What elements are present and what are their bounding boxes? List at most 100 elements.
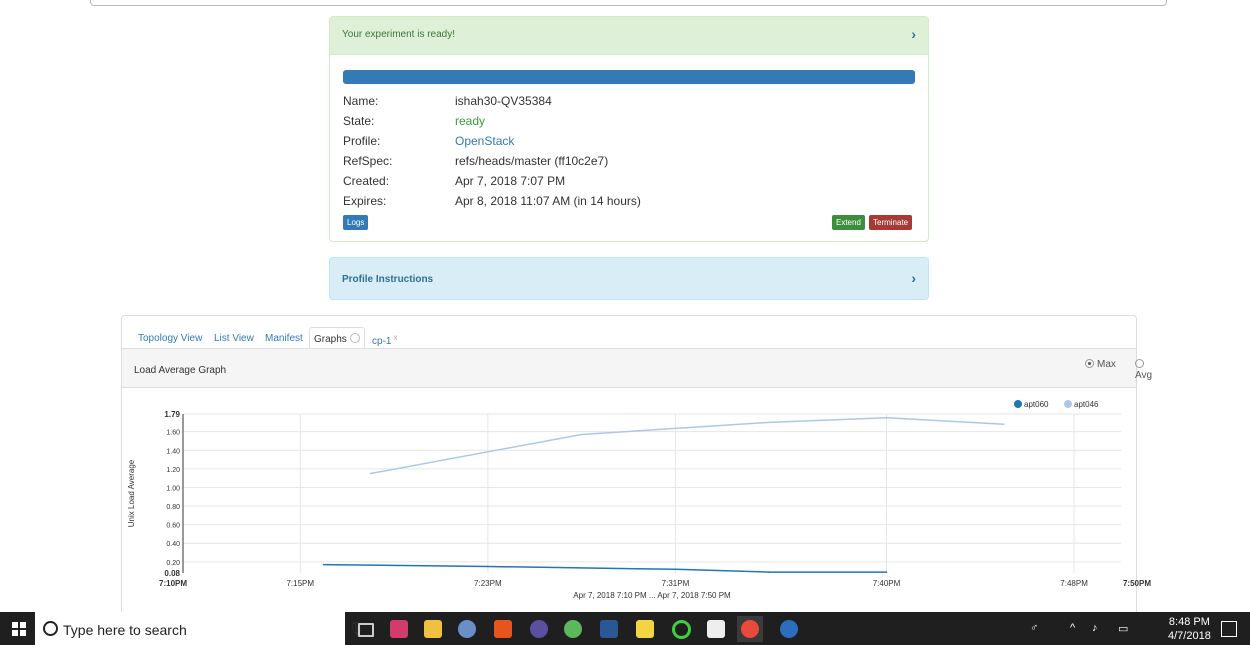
y-axis-label: Unix Load Average (127, 459, 136, 527)
tab-topology-view[interactable]: Topology View (138, 333, 202, 344)
legend-label-apt046: apt046 (1074, 400, 1099, 409)
x-tick-label: 7:31PM (662, 579, 690, 588)
legend-swatch-apt046 (1064, 400, 1072, 408)
file-explorer-icon[interactable] (424, 620, 442, 638)
word-icon[interactable] (600, 620, 618, 638)
x-tick-label: 7:50PM (1123, 579, 1151, 588)
taskbar-clock[interactable]: 8:48 PM 4/7/2018 (1168, 615, 1211, 643)
sticky-notes-icon[interactable] (707, 620, 725, 638)
people-icon[interactable]: ♂ (1030, 622, 1038, 634)
app-green-icon[interactable] (564, 620, 582, 638)
y-tick-label: 1.20 (166, 467, 180, 474)
info-row-profile: Profile: OpenStack (343, 131, 743, 151)
y-tick-label: 0.60 (166, 523, 180, 530)
info-label: RefSpec: (343, 154, 393, 168)
info-row-created: Created: Apr 7, 2018 7:07 PM (343, 171, 743, 191)
clock-time: 8:48 PM (1168, 616, 1210, 628)
close-tab-icon[interactable]: x (393, 333, 397, 342)
data-point-apt046 (768, 421, 771, 424)
radio-empty-icon (1135, 359, 1144, 368)
info-row-state: State: ready (343, 111, 743, 131)
taskbar-search-input[interactable]: Type here to search 🎙 (35, 612, 365, 645)
tab-cp-1-label: cp-1 (372, 336, 392, 347)
series-line-apt060 (323, 563, 887, 573)
browser-top-bar (0, 0, 1250, 6)
data-point-apt046 (885, 416, 888, 419)
status-title: Your experiment is ready! (342, 29, 456, 40)
info-value: ishah30-QV35384 (455, 94, 552, 108)
data-point-apt046 (1002, 423, 1005, 426)
max-radio[interactable]: Max (1085, 359, 1116, 370)
info-label: State: (343, 114, 375, 128)
graph-title: Load Average Graph (134, 365, 227, 376)
load-average-chart: 1.79 1.60 1.40 1.20 1.00 0.80 0.60 0.40 0.20 0.08… (127, 400, 1151, 600)
cortana-icon (43, 621, 58, 636)
tab-cp-1[interactable]: cp-1 x (372, 333, 397, 347)
chevron-right-icon[interactable]: › (911, 26, 916, 42)
paint-icon[interactable] (458, 620, 476, 638)
graph-panel-header: Load Average Graph Max Avg (122, 348, 1152, 388)
windows-taskbar: Type here to search 🎙 ♂ ^ ♪ ▭ 8:48 PM 4/… (0, 612, 1250, 645)
x-tick-label: 7:10PM (159, 579, 187, 588)
avg-label: Avg (1135, 370, 1153, 381)
extend-button[interactable]: Extend (832, 215, 865, 230)
y-tick-label: 0.40 (166, 541, 180, 548)
status-panel-header[interactable]: Your experiment is ready! › (330, 17, 928, 55)
y-tick-label: 0.20 (166, 560, 180, 567)
info-label: Created: (343, 174, 390, 188)
experiment-info-table: Name: ishah30-QV35384 State: ready Profi… (343, 91, 743, 211)
info-value: Apr 8, 2018 11:07 AM (in 14 hours) (455, 194, 641, 208)
terminate-button[interactable]: Terminate (869, 215, 913, 230)
y-tick-label: 1.79 (164, 410, 180, 419)
legend-label-apt060: apt060 (1024, 400, 1049, 409)
python-icon[interactable] (636, 620, 654, 638)
info-label: Expires: (343, 194, 387, 208)
x-tick-label: 7:23PM (474, 579, 502, 588)
refresh-spinner-icon (349, 333, 360, 343)
profile-link[interactable]: OpenStack (455, 134, 514, 148)
r-icon[interactable] (780, 620, 798, 638)
intellij-icon[interactable] (390, 620, 408, 638)
experiment-status-panel: Your experiment is ready! › Name: ishah3… (329, 16, 929, 242)
state-value: ready (455, 114, 486, 128)
avg-radio[interactable]: Avg (1135, 359, 1152, 381)
y-tick-label: 0.08 (164, 569, 180, 578)
info-row-name: Name: ishah30-QV35384 (343, 91, 743, 111)
instructions-title: Profile Instructions (342, 274, 434, 285)
y-tick-label: 1.40 (166, 448, 180, 455)
progress-fill (343, 70, 915, 84)
action-center-icon[interactable] (1221, 621, 1237, 637)
eclipse-icon[interactable] (530, 620, 548, 638)
office-icon[interactable] (494, 620, 512, 638)
volume-icon[interactable]: ♪ (1092, 622, 1098, 634)
series-line-apt046 (370, 416, 1004, 475)
clock-date: 4/7/2018 (1168, 630, 1211, 642)
chrome-icon (741, 620, 759, 638)
profile-instructions-panel[interactable]: Profile Instructions › (329, 257, 929, 300)
logs-button[interactable]: Logs (343, 215, 369, 230)
chevron-right-icon[interactable]: › (911, 270, 916, 286)
data-point-apt060 (674, 568, 677, 571)
y-tick-label: 1.60 (166, 430, 180, 437)
info-value: Apr 7, 2018 7:07 PM (455, 174, 566, 188)
battery-icon[interactable]: ▭ (1118, 622, 1128, 635)
tab-graphs-label: Graphs (314, 334, 347, 345)
windows-start-icon[interactable] (12, 622, 26, 636)
search-placeholder: Type here to search (63, 622, 187, 638)
chrome-active-bg[interactable] (737, 616, 763, 642)
x-tick-label: 7:40PM (873, 579, 901, 588)
y-tick-label: 0.80 (166, 504, 180, 511)
data-point-apt060 (322, 563, 325, 566)
max-label: Max (1097, 359, 1116, 370)
tab-list-view[interactable]: List View (214, 333, 254, 344)
info-row-expires: Expires: Apr 8, 2018 11:07 AM (in 14 hou… (343, 191, 743, 211)
loading-app-icon[interactable] (672, 620, 691, 639)
task-view-icon[interactable] (358, 623, 374, 637)
x-tick-label: 7:15PM (286, 579, 314, 588)
y-tick-label: 1.00 (166, 485, 180, 492)
progress-bar (343, 70, 915, 84)
info-value: refs/heads/master (ff10c2e7) (455, 154, 609, 168)
tab-manifest[interactable]: Manifest (265, 333, 303, 344)
chevron-up-icon[interactable]: ^ (1070, 622, 1075, 634)
address-bar[interactable] (90, 0, 1167, 6)
